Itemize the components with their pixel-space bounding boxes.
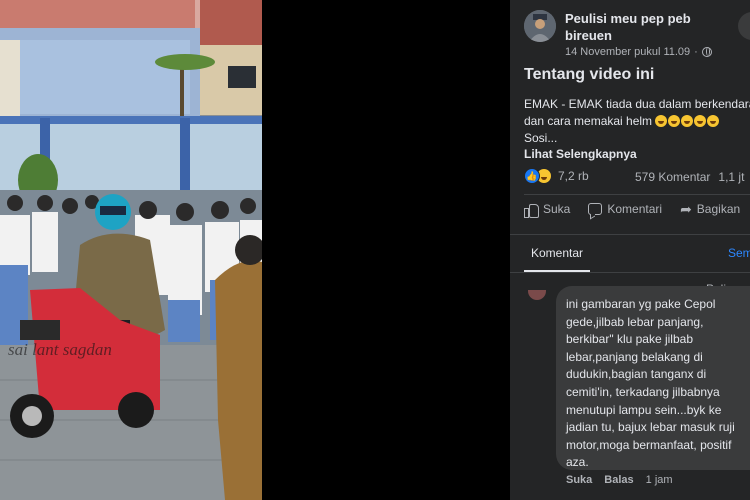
see-more-link[interactable]: Lihat Selengkapnya [524,147,637,161]
share-button[interactable]: ➦ Bagikan [680,202,740,216]
more-options-button[interactable] [738,12,750,40]
comment-line: ini gambaran yg pake Cepol [566,297,716,311]
tab-comments[interactable]: Komentar [524,236,590,272]
comment-reply-button[interactable]: Balas [604,474,633,486]
comment-count[interactable]: 579 Komentar [635,170,710,184]
divider [510,234,750,235]
comment-timestamp[interactable]: 1 jam [646,474,673,486]
video-watermark: sai lant sagdan [8,340,112,359]
description-line: EMAK - EMAK tiada dua dalam berkendara [524,97,750,111]
post-date[interactable]: 14 November pukul 11.09 [565,46,690,58]
reactions-summary[interactable]: 👍 7,2 rb [524,168,589,184]
post-actions: Suka Komentari ➦ Bagikan [524,202,740,218]
laughing-emoji-icon [707,115,720,127]
page-avatar[interactable] [524,10,556,42]
description-line-with-emoji: dan cara memakai helm [524,113,750,130]
post-description: EMAK - EMAK tiada dua dalam berkendara d… [524,96,750,147]
comment-actions: Suka Balas 1 jam [566,474,673,486]
comment-tabs: Komentar Semua [510,236,750,272]
police-avatar-icon [524,10,556,42]
video-frame [0,0,262,500]
comment-like-button[interactable]: Suka [566,474,592,486]
laughing-emoji-icon [668,115,681,127]
like-reaction-icon: 👍 [524,168,540,184]
comment-line: motor,moga bermanfaat, positif [566,437,732,452]
reaction-count: 7,2 rb [558,169,589,183]
page-name[interactable]: Peulisi meu pep peb bireuen [565,10,715,44]
thumbs-up-icon [524,203,539,218]
view-count: 1,1 jt [718,170,745,184]
comment-line: gede,jilbab lebar panjang, [566,314,704,329]
about-video-title: Tentang video ini [524,66,655,83]
comment-line: dudukin,bagian tanganx di [566,367,707,382]
comment-button[interactable]: Komentari [588,202,662,216]
post-panel: Peulisi meu pep peb bireuen 14 November … [510,0,750,500]
comment-line: lebar,panjang belakang di [566,349,703,364]
description-line: Sosi... [524,131,558,145]
comment-text: ini gambaran yg pake Cepol gede,jilbab l… [566,296,750,472]
video-letterbox [262,0,510,500]
post-meta: 14 November pukul 11.09 · [565,46,712,58]
tab-all[interactable]: Semua [728,246,750,260]
laughing-emoji-icon [694,115,707,127]
like-button[interactable]: Suka [524,202,570,218]
post-stats: 579 Komentar 1,1 jt [635,170,744,184]
comment-line: aza. [566,455,589,470]
laughing-emoji-icon [681,115,694,127]
comment-line: menutupi lampu sein...byk ke [566,402,722,417]
comment-icon [588,203,603,215]
globe-icon [701,47,712,57]
divider [524,194,750,195]
video-player[interactable]: sai lant sagdan [0,0,262,500]
comment-line: jadian tu, bajux lebar masuk ruji [566,420,735,435]
share-arrow-icon: ➦ [680,201,692,217]
comment-line: berkibar" klu pake jilbab [566,332,693,347]
comment-line: cemiti'in, terkadang jilbabnya [566,384,720,399]
commenter-avatar[interactable] [528,290,546,300]
divider [510,272,750,273]
laughing-emoji-icon [655,115,668,127]
